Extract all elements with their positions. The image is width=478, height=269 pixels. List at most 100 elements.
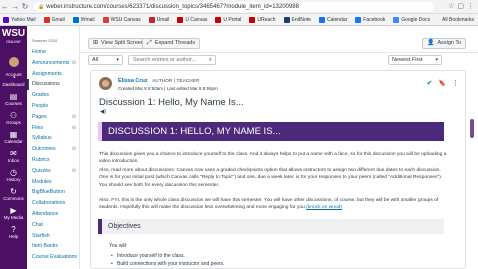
sort-select[interactable]: Newest First ▾ — [388, 55, 442, 65]
search-input[interactable]: Search entries or author... ⌕ — [128, 55, 216, 65]
global-nav-commons[interactable]: ↻ Commons — [0, 185, 27, 204]
more-options-icon[interactable]: ⋮ — [452, 79, 459, 87]
expand-icon: ⤢ — [147, 40, 152, 46]
back-icon[interactable]: ← — [0, 0, 10, 14]
global-nav-help[interactable]: ? Help — [0, 223, 27, 242]
course-nav-label: Home — [32, 49, 46, 55]
fyi-paragraph: Also, FYI, this is the only whole class … — [99, 197, 451, 212]
bookmark-favicon-icon — [355, 16, 362, 23]
search-icon: ⌕ — [208, 57, 212, 63]
book-icon: ▤ — [9, 92, 18, 101]
filter-select[interactable]: All ▾ — [88, 55, 123, 65]
global-nav-calendar[interactable]: ▦ Calendar — [0, 128, 27, 147]
global-nav-label: Inbox — [7, 158, 19, 163]
course-nav-discussions[interactable]: Discussions — [27, 79, 79, 91]
bookmark-item[interactable]: Umail — [148, 16, 169, 23]
course-nav-files[interactable]: Files ⊘ — [27, 123, 79, 134]
view-split-screen-button[interactable]: ⊞ View Split Screen — [88, 38, 150, 49]
global-nav-my-media[interactable]: ▶ My Media — [0, 204, 27, 223]
logo-main: WSU — [1, 28, 26, 39]
discussion-title: Discussion 1: Hello, My Name Is... — [99, 97, 244, 108]
bookmark-item[interactable]: U Portal — [215, 16, 241, 23]
bookmark-favicon-icon — [43, 16, 50, 23]
course-nav-collaborations[interactable]: Collaborations — [27, 198, 79, 209]
bookmark-item[interactable]: Calendar — [318, 16, 347, 23]
course-nav-bigbluebutton[interactable]: BigBlueButton — [27, 187, 79, 198]
course-nav-label: Grades — [32, 92, 50, 99]
course-nav-syllabus[interactable]: Syllabus — [27, 133, 79, 144]
course-nav-label: Item Banks — [32, 243, 58, 250]
course-nav-label: Rubrics — [32, 156, 50, 163]
dashboard-icon: ◔ — [11, 73, 16, 82]
global-nav-groups[interactable]: ⚇ Groups — [0, 109, 27, 128]
page-scrollbar[interactable] — [470, 119, 474, 138]
author-avatar[interactable] — [99, 77, 112, 90]
bookmark-item[interactable]: Wmail — [72, 16, 95, 23]
split-screen-icon: ⊞ — [93, 40, 99, 46]
course-nav-assignments[interactable]: Assignments — [27, 69, 79, 80]
reload-icon[interactable]: ↻ — [20, 0, 30, 14]
global-nav-history[interactable]: ◷ History — [0, 166, 27, 185]
global-nav-label: Commons — [3, 196, 24, 201]
bookmark-favicon-icon — [318, 16, 325, 23]
bookmark-favicon-icon — [283, 16, 290, 23]
author-name[interactable]: Elissa Cruz — [118, 78, 148, 84]
course-nav-quizzes[interactable]: Quizzes ⊘ — [27, 166, 79, 177]
sort-value: Newest First — [392, 57, 423, 63]
course-nav-pages[interactable]: Pages ⊘ — [27, 112, 79, 123]
global-nav-account[interactable]: Account — [0, 52, 27, 77]
course-nav-grades[interactable]: Grades — [27, 90, 79, 101]
course-nav-starfish[interactable]: Starfish — [27, 231, 79, 242]
bookmark-favicon-icon — [102, 16, 109, 23]
global-nav-label: My Media — [3, 215, 24, 220]
course-nav-label: Collaborations — [32, 200, 66, 207]
bookmark-item[interactable]: UReach — [249, 16, 276, 23]
checkpoints-paragraph: Also, read more about discussions: Canva… — [99, 168, 443, 188]
media-icon: ▶ — [10, 206, 17, 215]
course-nav-outcomes[interactable]: Outcomes ⊘ — [27, 144, 79, 155]
star-icon[interactable]: ☆ — [448, 0, 454, 14]
course-nav-label: Modules — [32, 178, 52, 185]
knock-on-wood-link[interactable]: (knock on wood) — [306, 205, 342, 210]
bookmark-label: WSU Canvas — [110, 16, 141, 23]
bookmark-item[interactable]: Google Docs — [393, 16, 430, 23]
bookmark-item[interactable]: Gmail — [43, 16, 65, 23]
forward-icon[interactable]: → — [10, 0, 20, 14]
url-field[interactable]: 🔒 weber.instructure.com/courses/623371/di… — [34, 1, 434, 12]
course-nav-course-evaluations[interactable]: Course Evaluations — [27, 252, 79, 263]
course-nav-people[interactable]: People — [27, 101, 79, 112]
course-nav-chat[interactable]: Chat — [27, 220, 79, 231]
global-navigation: WSU ONLINE Account ◔ Dashboard ▤ Courses ⚇ Gro… — [0, 26, 27, 269]
course-nav-home[interactable]: Home — [27, 47, 79, 58]
bookmark-item[interactable]: WSU Canvas — [102, 16, 141, 23]
bookmark-favicon-icon — [215, 16, 222, 23]
expand-threads-button[interactable]: ⤢ Expand Threads — [142, 38, 201, 49]
wsu-logo[interactable]: WSU ONLINE — [0, 26, 27, 52]
bookmark-item[interactable]: U Canvas — [177, 16, 207, 23]
calendar-icon: ▦ — [9, 130, 18, 139]
course-nav-announcements[interactable]: Announcements ⊘ — [27, 58, 79, 69]
bookmark-item[interactable]: Facebook — [355, 16, 385, 23]
bookmark-favicon-icon — [393, 16, 400, 23]
filter-value: All — [92, 57, 99, 63]
immersive-reader-icon[interactable]: ◀) — [100, 109, 106, 115]
course-nav-item-banks[interactable]: Item Banks — [27, 241, 79, 252]
global-nav-inbox[interactable]: ✉ Inbox — [0, 147, 27, 166]
bookmark-item[interactable]: EndNote — [283, 16, 311, 23]
all-bookmarks[interactable]: All Bookmarks — [442, 17, 478, 23]
course-nav-label: Assignments — [32, 70, 62, 77]
course-nav-rubrics[interactable]: Rubrics — [27, 155, 79, 166]
menu-icon[interactable]: ⋮ — [467, 0, 474, 14]
global-nav-dashboard[interactable]: ◔ Dashboard — [0, 71, 27, 90]
course-nav-modules[interactable]: Modules — [27, 177, 79, 188]
logo-sub: ONLINE — [6, 39, 21, 44]
bookmark-icon[interactable]: 🔖 — [439, 79, 446, 87]
global-nav-label: History — [6, 177, 21, 182]
course-nav-attendance[interactable]: Attendance — [27, 209, 79, 220]
published-icon[interactable]: ✔ — [427, 79, 433, 87]
course-navigation: Summer 2024 Home Announcements ⊘ Assignment… — [27, 26, 80, 269]
global-nav-courses[interactable]: ▤ Courses — [0, 90, 27, 109]
bookmark-item[interactable]: Yahoo Mail — [3, 16, 36, 23]
assign-to-button[interactable]: 👤 Assign To — [422, 38, 467, 49]
extensions-icon[interactable]: ▢ — [457, 0, 464, 14]
